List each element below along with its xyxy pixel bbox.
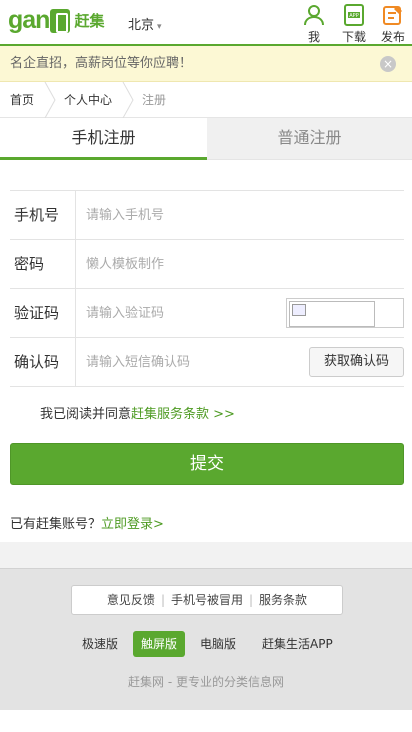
phone-row: 手机号 请输入手机号 [10, 190, 404, 240]
app-badge-text: APP [349, 13, 358, 19]
me-button[interactable]: 我 [296, 4, 332, 45]
chevron-down-icon: ▾ [157, 22, 162, 32]
get-sms-code-button[interactable]: 获取确认码 [309, 347, 404, 377]
post-button[interactable]: 发布 [375, 4, 411, 45]
city-label: 北京 [128, 18, 155, 33]
phone-misuse-link[interactable]: 手机号被冒用 [171, 593, 243, 607]
login-line: 已有赶集账号？立即登录> [10, 513, 164, 532]
divider: | [160, 593, 165, 607]
logo-cn-text: 赶集 [74, 12, 105, 30]
breadcrumb-current: 注册 [142, 93, 167, 107]
user-icon [304, 5, 324, 26]
footer-slogan: 赶集网 - 更专业的分类信息网 [128, 675, 284, 689]
footer-links: 意见反馈 | 手机号被冒用 | 服务条款 [71, 585, 343, 615]
post-edit-icon [383, 6, 402, 25]
download-label: 下载 [341, 30, 366, 44]
agreement-line: 我已阅读并同意赶集服务条款 >> [40, 403, 235, 422]
version-switcher: 极速版 触屏版 电脑版 赶集生活APP [0, 631, 412, 657]
feedback-link[interactable]: 意见反馈 [107, 593, 155, 607]
breadcrumb-home[interactable]: 首页 [10, 82, 34, 118]
register-tabs: 手机注册 普通注册 [0, 118, 412, 160]
breadcrumb-account[interactable]: 个人中心 [64, 82, 112, 118]
sms-row: 确认码 请输入短信确认码 获取确认码 [10, 337, 404, 387]
version-app[interactable]: 赶集生活APP [262, 631, 333, 657]
version-lite[interactable]: 极速版 [82, 631, 118, 657]
footer: 意见反馈 | 手机号被冒用 | 服务条款 极速版 触屏版 电脑版 赶集生活APP 赶集网… [0, 568, 412, 710]
sms-label: 确认码 [10, 337, 76, 387]
version-pc[interactable]: 电脑版 [200, 631, 236, 657]
app-download-icon: APP [344, 4, 364, 26]
logo-wordmark: gan [8, 6, 50, 34]
terms-link[interactable]: 赶集服务条款 >> [131, 407, 235, 422]
phone-input[interactable]: 请输入手机号 [76, 191, 404, 240]
agreement-prefix: 我已阅读并同意 [40, 407, 132, 422]
breadcrumb-separator-icon [44, 82, 56, 118]
post-label: 发布 [380, 30, 405, 44]
service-terms-link[interactable]: 服务条款 [259, 593, 307, 607]
tab-normal-register[interactable]: 普通注册 [207, 118, 412, 160]
divider: | [249, 593, 254, 607]
captcha-image[interactable] [286, 298, 404, 328]
close-icon[interactable]: × [380, 56, 396, 72]
section-divider [0, 542, 412, 568]
login-link[interactable]: 立即登录> [101, 517, 164, 532]
notice-text: 名企直招，高薪岗位等你应聘！ [10, 56, 193, 71]
broken-image-icon [289, 301, 375, 327]
submit-button[interactable]: 提交 [10, 443, 404, 485]
me-label: 我 [307, 30, 320, 44]
captcha-label: 验证码 [10, 288, 76, 338]
top-header: gan 赶集 北京 ▾ 我 APP 下载 发布 [0, 0, 412, 46]
ganji-logo[interactable]: gan 赶集 [8, 6, 104, 35]
breadcrumb-separator-icon [122, 82, 134, 118]
register-form: 手机号 请输入手机号 密码 懒人模板制作 验证码 请输入验证码 确认码 请输入短… [10, 190, 404, 387]
phone-label: 手机号 [10, 190, 76, 240]
page-bottom [0, 710, 412, 732]
logo-badge-icon [50, 8, 71, 33]
password-label: 密码 [10, 239, 76, 289]
tab-phone-register[interactable]: 手机注册 [0, 118, 207, 160]
notice-banner[interactable]: 名企直招，高薪岗位等你应聘！ × [0, 46, 412, 82]
version-touch[interactable]: 触屏版 [133, 631, 186, 657]
login-prefix: 已有赶集账号？ [10, 517, 102, 532]
password-row: 密码 懒人模板制作 [10, 239, 404, 289]
password-input[interactable]: 懒人模板制作 [76, 240, 404, 289]
download-button[interactable]: APP 下载 [336, 4, 372, 45]
city-selector[interactable]: 北京 ▾ [128, 14, 162, 33]
breadcrumb: 首页 个人中心 注册 [0, 82, 412, 118]
captcha-row: 验证码 请输入验证码 [10, 288, 404, 338]
